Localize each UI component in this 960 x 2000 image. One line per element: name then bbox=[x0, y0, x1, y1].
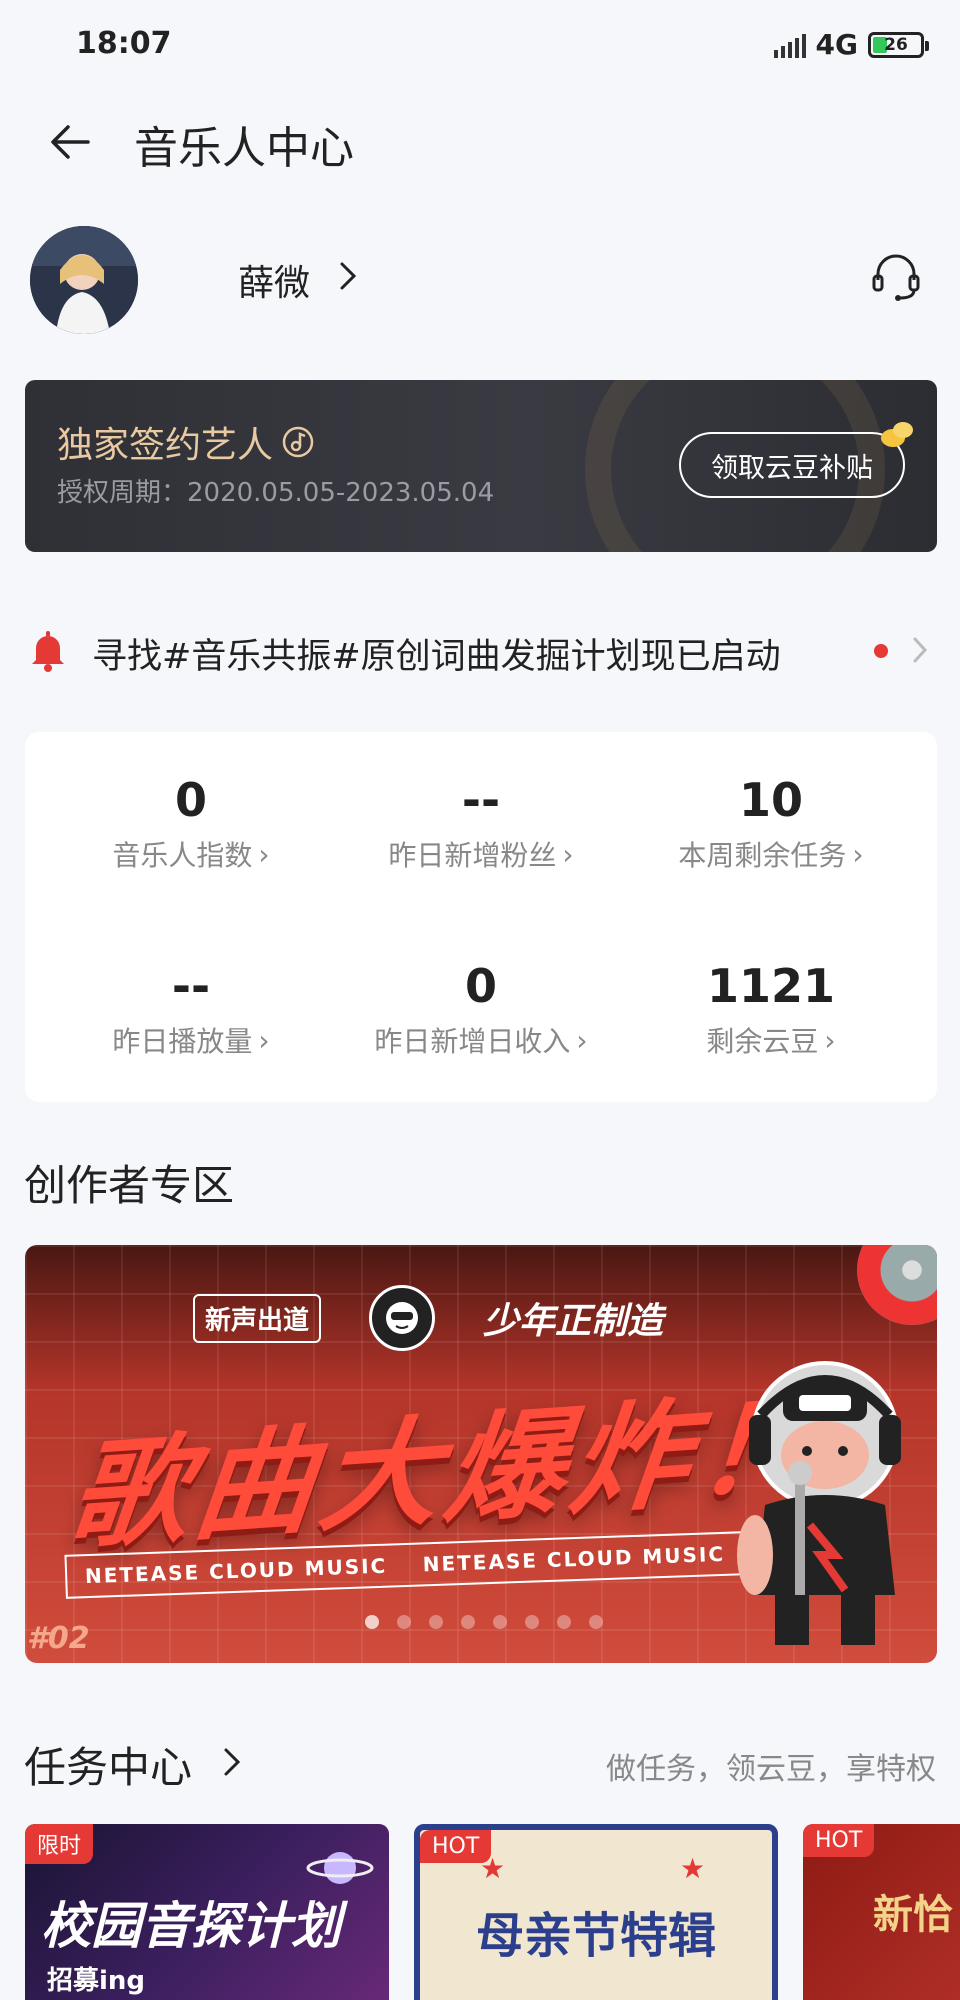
stat-music-index[interactable]: 0 音乐人指数 › bbox=[41, 772, 341, 874]
task-tag: HOT bbox=[803, 1824, 875, 1857]
claim-beans-button[interactable]: 领取云豆补贴 bbox=[679, 432, 905, 498]
astronaut-mascot-image bbox=[737, 1361, 901, 1645]
battery-icon: 26 bbox=[868, 31, 929, 58]
task-card[interactable]: HOT 母亲节特辑 ★ ★ bbox=[414, 1824, 778, 2000]
stat-label: 昨日新增粉丝 bbox=[388, 839, 557, 872]
task-subtitle: 招募ing bbox=[47, 1966, 146, 1996]
status-bar: 18:07 4G 26 bbox=[0, 0, 960, 88]
unread-dot bbox=[874, 644, 888, 658]
task-center-header[interactable]: 任务中心 做任务，领云豆，享特权 bbox=[0, 1730, 960, 1794]
back-button[interactable] bbox=[38, 110, 102, 174]
page-title: 音乐人中心 bbox=[134, 123, 354, 174]
task-name: 母亲节特辑 bbox=[476, 1908, 717, 1964]
stat-label: 剩余云豆 bbox=[706, 1025, 819, 1058]
music-note-icon bbox=[282, 426, 314, 458]
creator-section-title: 创作者专区 bbox=[24, 1161, 235, 1210]
chevron-right-icon: › bbox=[576, 1023, 588, 1057]
stat-value: -- bbox=[171, 959, 211, 1013]
stat-value: -- bbox=[461, 773, 501, 827]
network-label: 4G bbox=[815, 28, 858, 61]
stat-value: 10 bbox=[738, 773, 803, 827]
planet-icon bbox=[306, 1852, 374, 1884]
star-icon: ★ bbox=[480, 1852, 506, 1885]
announcement-bar[interactable]: 寻找#音乐共振#原创词曲发掘计划现已启动 bbox=[0, 610, 960, 690]
task-tag: 限时 bbox=[25, 1824, 94, 1864]
bell-icon bbox=[32, 631, 64, 672]
stat-remaining-beans[interactable]: 1121 剩余云豆 › bbox=[621, 958, 921, 1060]
stat-new-fans[interactable]: -- 昨日新增粉丝 › bbox=[331, 772, 631, 874]
chevron-right-icon bbox=[224, 1748, 241, 1776]
stat-label: 音乐人指数 bbox=[112, 839, 253, 872]
profile-name: 薛微 bbox=[238, 263, 311, 304]
avatar[interactable] bbox=[30, 226, 138, 334]
creator-banner[interactable]: 新声出道 少年正制造 歌曲大爆炸！ NETEASE CLOUD MUSIC NE… bbox=[25, 1245, 937, 1663]
task-center-hint: 做任务，领云豆，享特权 bbox=[606, 1752, 936, 1787]
stat-label: 昨日新增日收入 bbox=[374, 1025, 571, 1058]
task-center-title: 任务中心 bbox=[24, 1743, 193, 1792]
chevron-right-icon: › bbox=[258, 1023, 270, 1057]
chevron-right-icon: › bbox=[852, 837, 864, 871]
status-time: 18:07 bbox=[76, 26, 172, 61]
battery-level: 26 bbox=[884, 34, 908, 55]
chevron-right-icon: › bbox=[258, 837, 270, 871]
profile-row[interactable]: 薛微 bbox=[0, 224, 960, 334]
stat-daily-income[interactable]: 0 昨日新增日收入 › bbox=[331, 958, 631, 1060]
chevron-right-icon bbox=[340, 262, 357, 290]
signal-icon bbox=[773, 32, 806, 58]
chevron-right-icon: › bbox=[824, 1023, 836, 1057]
status-indicators: 4G 26 bbox=[773, 28, 929, 61]
customer-service-button[interactable] bbox=[866, 246, 926, 306]
task-name: 校园音探计划 bbox=[41, 1897, 341, 1955]
stat-plays[interactable]: -- 昨日播放量 › bbox=[41, 958, 341, 1060]
disc-graphic bbox=[857, 1245, 937, 1325]
back-arrow-icon bbox=[51, 125, 90, 159]
stat-value: 1121 bbox=[706, 959, 836, 1013]
badge-youth: 少年正制造 bbox=[483, 1301, 664, 1342]
star-icon: ★ bbox=[680, 1852, 706, 1885]
stat-label: 本周剩余任务 bbox=[678, 839, 847, 872]
authorization-period: 授权周期：2020.05.05-2023.05.04 bbox=[57, 478, 495, 508]
stats-card: 0 音乐人指数 › -- 昨日新增粉丝 › 10 本周剩余任务 › -- 昨日播放量 ›… bbox=[25, 732, 937, 1102]
banner-badges: 新声出道 少年正制造 bbox=[193, 1285, 663, 1351]
announcement-text: 寻找#音乐共振#原创词曲发掘计划现已启动 bbox=[92, 637, 781, 677]
task-card[interactable]: HOT 新恰 bbox=[803, 1824, 960, 2000]
chevron-right-icon bbox=[913, 637, 928, 663]
stat-remaining-tasks[interactable]: 10 本周剩余任务 › bbox=[621, 772, 921, 874]
headset-icon bbox=[872, 254, 920, 301]
banner-episode-tag: #02 bbox=[27, 1621, 90, 1656]
app-header: 音乐人中心 bbox=[0, 92, 960, 192]
task-name: 新恰 bbox=[873, 1892, 953, 1938]
carousel-indicator bbox=[365, 1615, 603, 1629]
stat-label: 昨日播放量 bbox=[112, 1025, 253, 1058]
bean-icon bbox=[881, 422, 913, 447]
signed-artist-card: 独家签约艺人 授权周期：2020.05.05-2023.05.04 领取云豆补贴 bbox=[25, 380, 937, 552]
badge-new-voice: 新声出道 bbox=[193, 1293, 322, 1343]
face-logo-icon bbox=[369, 1285, 436, 1351]
sign-title: 独家签约艺人 bbox=[57, 416, 315, 468]
chevron-right-icon: › bbox=[562, 837, 574, 871]
stat-value: 0 bbox=[174, 773, 207, 827]
stat-value: 0 bbox=[464, 959, 497, 1013]
task-card[interactable]: 限时 校园音探计划 招募ing bbox=[25, 1824, 389, 2000]
